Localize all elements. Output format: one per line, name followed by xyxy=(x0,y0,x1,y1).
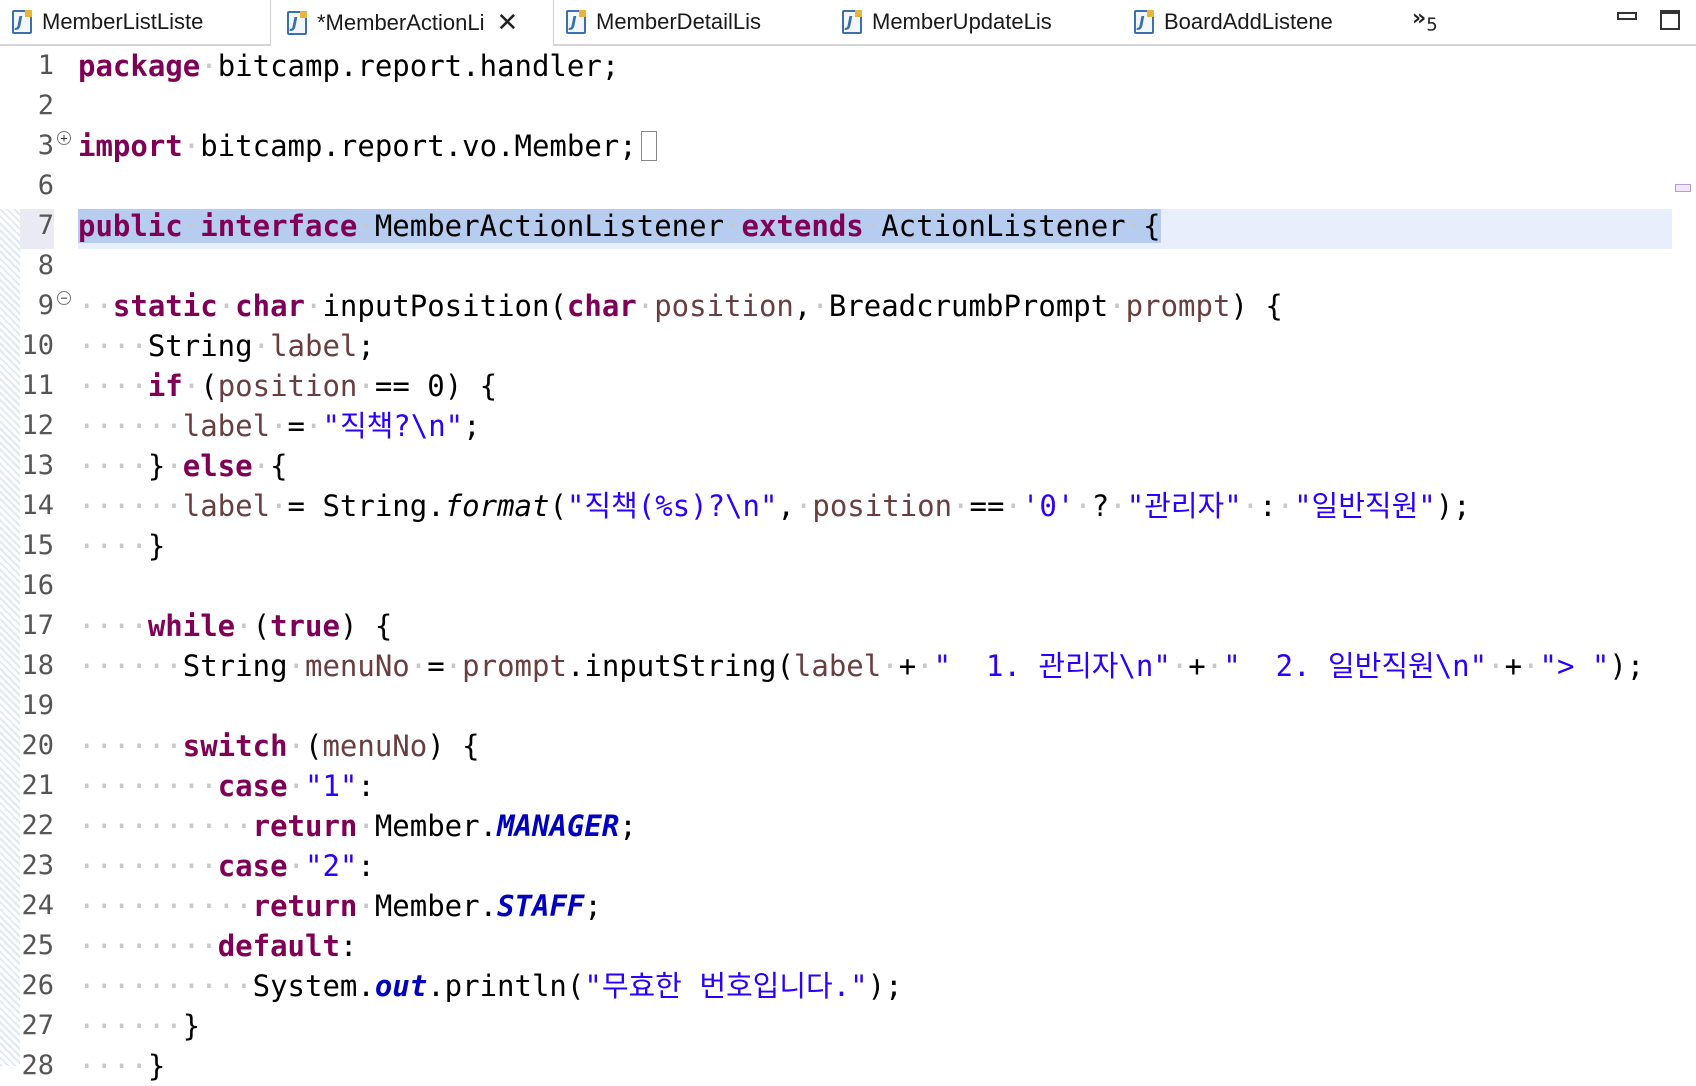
line-number: 3 xyxy=(37,130,54,161)
line-number: 10 xyxy=(21,330,54,361)
line-number: 8 xyxy=(37,250,54,281)
tab-label: MemberDetailLis xyxy=(596,9,762,34)
java-file-icon: J xyxy=(287,11,307,35)
code-line-3[interactable]: import·bitcamp.report.vo.Member; xyxy=(78,126,657,166)
maximize-icon[interactable] xyxy=(1660,10,1680,30)
line-number: 16 xyxy=(21,570,54,601)
code-line-26[interactable]: ··········System.out.println("무효한 번호입니다.… xyxy=(78,966,903,1006)
tab-member-update-listener[interactable]: J MemberUpdateLis xyxy=(842,0,1112,44)
tab-member-list-listener[interactable]: J MemberListListe xyxy=(12,0,267,44)
line-number: 18 xyxy=(21,650,54,681)
tab-overflow-button[interactable]: »5 xyxy=(1412,6,1438,35)
code-editor[interactable]: 1 2 3 6 7 8 9 10 11 12 13 14 15 16 17 18… xyxy=(0,46,1696,1083)
java-file-icon: J xyxy=(842,10,862,34)
code-line-18[interactable]: ······String·menuNo·=·prompt.inputString… xyxy=(78,646,1644,686)
line-number: 26 xyxy=(21,970,54,1001)
line-number: 2 xyxy=(37,90,54,121)
line-number: 6 xyxy=(37,170,54,201)
line-number: 24 xyxy=(21,890,54,921)
code-line-13[interactable]: ····}·else·{ xyxy=(78,446,288,486)
hidden-tab-count: 5 xyxy=(1426,14,1438,36)
code-line-22[interactable]: ··········return·Member.MANAGER; xyxy=(78,806,637,846)
code-line-20[interactable]: ······switch·(menuNo) { xyxy=(78,726,480,766)
line-number: 21 xyxy=(21,770,54,801)
chevron-double-right-icon: » xyxy=(1412,6,1427,31)
tab-label: BoardAddListene xyxy=(1164,9,1333,34)
java-file-icon: J xyxy=(566,10,586,34)
tab-label: MemberUpdateLis xyxy=(872,9,1052,34)
code-line-14[interactable]: ······label·= String.format("직책(%s)?\n",… xyxy=(78,486,1471,526)
java-file-icon: J xyxy=(1134,10,1154,34)
code-line-28[interactable]: ····} xyxy=(78,1046,165,1086)
line-number: 14 xyxy=(21,490,54,521)
line-number: 25 xyxy=(21,930,54,961)
line-number: 1 xyxy=(37,50,54,81)
code-line-24[interactable]: ··········return·Member.STAFF; xyxy=(78,886,602,926)
line-number: 7 xyxy=(37,210,54,241)
line-number: 23 xyxy=(21,850,54,881)
tab-label: *MemberActionLi xyxy=(317,10,485,35)
code-line-7[interactable]: public·interface·MemberActionListener·ex… xyxy=(78,206,1161,246)
line-number: 22 xyxy=(21,810,54,841)
java-file-icon: J xyxy=(12,10,32,34)
expand-fold-icon[interactable]: + xyxy=(57,131,71,145)
minimize-icon[interactable] xyxy=(1617,12,1637,20)
code-line-1[interactable]: package·bitcamp.report.handler; xyxy=(78,46,619,86)
line-number: 20 xyxy=(21,730,54,761)
line-number: 15 xyxy=(21,530,54,561)
code-line-17[interactable]: ····while·(true) { xyxy=(78,606,392,646)
code-line-10[interactable]: ····String·label; xyxy=(78,326,375,366)
code-line-25[interactable]: ········default: xyxy=(78,926,357,966)
line-number: 17 xyxy=(21,610,54,641)
line-number: 12 xyxy=(21,410,54,441)
code-line-12[interactable]: ······label·=·"직책?\n"; xyxy=(78,406,481,446)
tab-member-detail-listener[interactable]: J MemberDetailLis xyxy=(566,0,826,44)
code-line-23[interactable]: ········case·"2": xyxy=(78,846,375,886)
collapse-fold-icon[interactable]: − xyxy=(57,291,71,305)
code-line-15[interactable]: ····} xyxy=(78,526,165,566)
overview-ruler-marker[interactable] xyxy=(1675,184,1691,192)
line-number: 28 xyxy=(21,1050,54,1081)
line-number: 9 xyxy=(37,290,54,321)
tab-label: MemberListListe xyxy=(42,9,204,34)
tab-board-add-listener[interactable]: J BoardAddListene xyxy=(1134,0,1394,44)
line-number: 11 xyxy=(21,370,54,401)
code-line-11[interactable]: ····if·(position·== 0) { xyxy=(78,366,497,406)
code-line-9[interactable]: ··static·char·inputPosition(char·positio… xyxy=(78,286,1283,326)
line-number: 27 xyxy=(21,1010,54,1041)
line-number: 13 xyxy=(21,450,54,481)
line-number: 19 xyxy=(21,690,54,721)
editor-tab-bar: J MemberListListe J *MemberActionLi ✕ J … xyxy=(0,0,1696,46)
code-line-21[interactable]: ········case·"1": xyxy=(78,766,375,806)
code-line-27[interactable]: ······} xyxy=(78,1006,200,1046)
tab-member-action-listener[interactable]: J *MemberActionLi ✕ xyxy=(270,0,554,46)
folded-imports-marker[interactable] xyxy=(640,131,657,161)
close-icon[interactable]: ✕ xyxy=(497,10,519,36)
